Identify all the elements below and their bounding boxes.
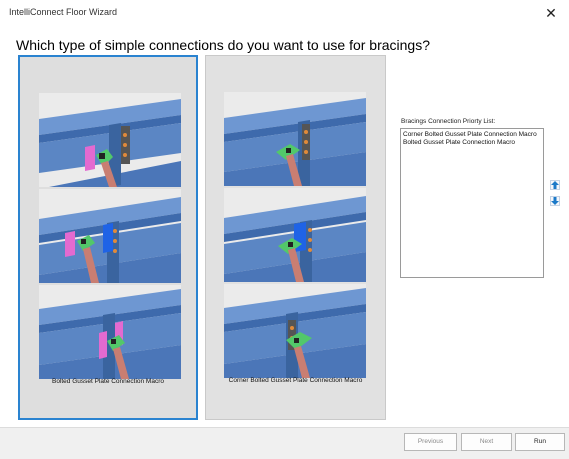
connection-illustration [224,92,366,186]
page-title: Which type of simple connections do you … [16,37,430,53]
connection-illustration [39,285,181,379]
priority-listbox[interactable]: Corner Bolted Gusset Plate Connection Ma… [400,128,544,278]
previous-button[interactable]: Previous [404,433,457,451]
run-button[interactable]: Run [515,433,565,451]
list-item[interactable]: Bolted Gusset Plate Connection Macro [401,139,543,147]
list-item[interactable]: Corner Bolted Gusset Plate Connection Ma… [401,131,543,139]
connection-illustration [39,189,181,283]
connection-illustration [224,188,366,282]
arrow-down-icon[interactable] [550,196,560,206]
window-title: IntelliConnect Floor Wizard [9,7,118,17]
arrow-up-icon[interactable] [550,180,560,190]
close-icon[interactable]: ✕ [533,0,569,26]
connection-illustration [224,284,366,378]
option-corner-bolted-gusset-plate[interactable]: Corner Bolted Gusset Plate Connection Ma… [205,55,386,420]
priority-list-label: Bracings Connection Priorty List: [401,118,496,125]
option-caption: Corner Bolted Gusset Plate Connection Ma… [228,377,363,384]
option-bolted-gusset-plate[interactable]: Bolted Gusset Plate Connection Macro [18,55,198,420]
option-caption: Bolted Gusset Plate Connection Macro [51,378,164,385]
connection-illustration [39,93,181,187]
next-button[interactable]: Next [461,433,512,451]
title-bar: IntelliConnect Floor Wizard ✕ [0,0,569,26]
